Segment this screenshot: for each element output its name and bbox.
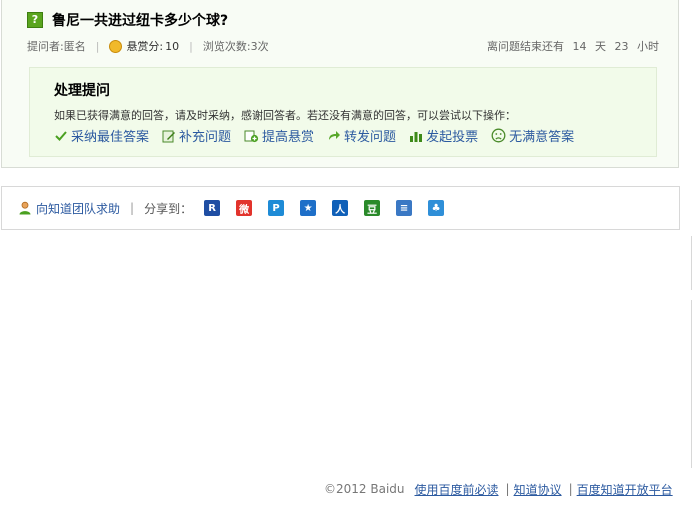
handle-title: 处理提问 — [54, 83, 110, 99]
days-unit: 天 — [595, 40, 606, 53]
vote-icon — [410, 131, 423, 142]
question-panel: ? 鲁尼一共进过纽卡多少个球? 提问者: 匿名 | 悬赏分: 10 | 浏览次数… — [1, 0, 679, 168]
accept-best-answer-button[interactable]: 采纳最佳答案 — [54, 126, 149, 145]
footer-link-terms-before-use[interactable]: 使用百度前必读 — [415, 481, 499, 498]
question-meta: 提问者: 匿名 | 悬赏分: 10 | 浏览次数: 3次 离问题结束还有 14 … — [27, 38, 659, 54]
share-icons: R 微 P ★ 人豆 ≡ ♣ — [204, 200, 460, 216]
people-share-icon[interactable]: 人 — [332, 200, 349, 216]
footer-divider: | — [568, 482, 573, 496]
qq-star-share-icon[interactable]: ★ — [300, 200, 317, 216]
time-prefix: 离问题结束还有 — [487, 40, 564, 53]
douban-share-icon[interactable]: 豆 — [364, 200, 381, 216]
no-satisfactory-answer-button[interactable]: 无满意答案 — [491, 126, 574, 145]
asker-name: 匿名 — [63, 40, 86, 53]
scroll-edge-line — [691, 300, 692, 468]
days-value: 14 — [572, 40, 587, 53]
share-row: 向知道团队求助 | 分享到： R 微 P ★ 人豆 ≡ ♣ — [18, 198, 460, 218]
handle-description: 如果已获得满意的回答，请及时采纳，感谢回答者。若还没有满意的回答，可以尝试以下操… — [54, 109, 516, 122]
action-label: 转发问题 — [344, 130, 397, 145]
start-vote-button[interactable]: 发起投票 — [409, 126, 478, 145]
action-label: 无满意答案 — [509, 130, 575, 145]
forward-icon — [329, 130, 341, 140]
question-title: 鲁尼一共进过纽卡多少个球? — [52, 13, 229, 29]
supplement-question-button[interactable]: 补充问题 — [162, 126, 231, 145]
share-divider: | — [130, 201, 135, 215]
question-mark-icon: ? — [27, 12, 43, 28]
handle-question-panel: 处理提问 如果已获得满意的回答，请及时采纳，感谢回答者。若还没有满意的回答，可以… — [29, 67, 657, 157]
reward-label: 悬赏分: — [126, 40, 164, 53]
qzone-share-icon[interactable]: P — [268, 200, 285, 216]
coin-icon — [109, 39, 123, 53]
kaixin-share-icon[interactable]: ≡ — [396, 200, 413, 216]
footer-link-open-platform[interactable]: 百度知道开放平台 — [577, 481, 673, 498]
raise-reward-button[interactable]: 提高悬赏 — [244, 126, 314, 145]
share-label: 分享到： — [144, 201, 193, 216]
hours-unit: 小时 — [637, 40, 659, 53]
handle-actions: 采纳最佳答案 补充问题 提高悬赏 转发问题 发起投票 无满意答案 — [54, 126, 587, 145]
scroll-edge-line — [691, 236, 692, 290]
action-label: 补充问题 — [179, 130, 232, 145]
action-label: 发起投票 — [426, 130, 479, 145]
hours-value: 23 — [614, 40, 629, 53]
question-header: ? 鲁尼一共进过纽卡多少个球? — [27, 10, 228, 30]
meta-divider: | — [189, 39, 193, 53]
forward-question-button[interactable]: 转发问题 — [327, 126, 396, 145]
copyright: ©2012 Baidu — [324, 482, 405, 496]
share-panel: 向知道团队求助 | 分享到： R 微 P ★ 人豆 ≡ ♣ — [1, 186, 680, 230]
action-label: 采纳最佳答案 — [71, 130, 150, 145]
footer-divider: | — [505, 482, 510, 496]
reward-up-icon — [244, 130, 259, 142]
meta-divider: | — [95, 39, 100, 53]
views-value: 3次 — [250, 40, 269, 53]
renren-share-icon[interactable]: R — [204, 200, 221, 216]
user-icon — [19, 201, 31, 215]
time-remaining: 离问题结束还有 14 天 23 小时 — [487, 38, 659, 54]
sad-face-icon — [491, 128, 506, 143]
reward-value: 10 — [165, 39, 180, 53]
action-label: 提高悬赏 — [262, 130, 315, 145]
weibo-share-icon[interactable]: 微 — [236, 200, 253, 216]
footer-link-agreement[interactable]: 知道协议 — [514, 481, 562, 498]
check-icon — [55, 130, 67, 141]
edit-icon — [162, 130, 176, 142]
views-label: 浏览次数: — [202, 40, 251, 53]
pengyou-share-icon[interactable]: ♣ — [428, 200, 445, 216]
help-label: 向知道团队求助 — [36, 201, 121, 216]
asker-label: 提问者: — [27, 40, 64, 53]
footer: ©2012 Baidu 使用百度前必读 | 知道协议 | 百度知道开放平台 — [324, 481, 673, 497]
ask-team-help-link[interactable]: 向知道团队求助 — [18, 200, 120, 217]
